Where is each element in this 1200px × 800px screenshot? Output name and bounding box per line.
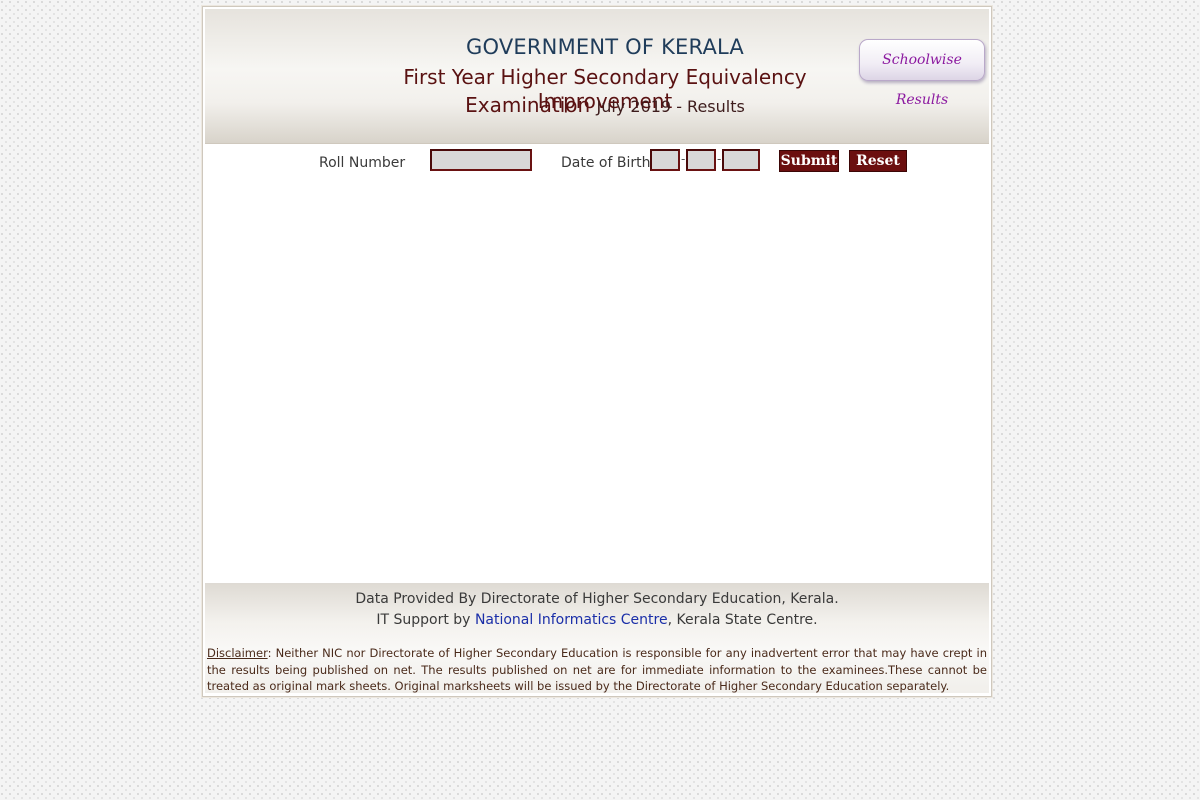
page-footer: Data Provided By Directorate of Higher S… (205, 583, 989, 693)
it-support-text: IT Support by National Informatics Centr… (205, 612, 989, 628)
page-header: GOVERNMENT OF KERALA First Year Higher S… (205, 9, 989, 144)
it-support-prefix: IT Support by (376, 612, 471, 628)
disclaimer: Disclaimer: Neither NIC nor Directorate … (207, 645, 987, 695)
it-support-suffix: , Kerala State Centre. (667, 612, 818, 628)
disclaimer-text: : Neither NIC nor Directorate of Higher … (207, 646, 987, 693)
dob-month-input[interactable] (686, 149, 716, 171)
dob-day-input[interactable] (650, 149, 680, 171)
data-provider-text: Data Provided By Directorate of Higher S… (355, 591, 839, 607)
dob-label: Date of Birth (561, 155, 651, 171)
exam-subtitle-main: Examination (465, 93, 591, 117)
exam-subtitle: Examination July 2019 - Results (205, 93, 1005, 117)
result-search-form: Roll Number Date of Birth - - Submit Res… (203, 149, 991, 179)
roll-number-input[interactable] (430, 149, 532, 171)
submit-button[interactable]: Submit (779, 150, 839, 172)
results-page-frame: GOVERNMENT OF KERALA First Year Higher S… (202, 6, 992, 697)
reset-button[interactable]: Reset (849, 150, 907, 172)
nic-link[interactable]: National Informatics Centre (475, 612, 668, 628)
dob-separator: - (717, 152, 722, 166)
roll-number-label: Roll Number (319, 155, 406, 171)
dob-separator: - (681, 152, 686, 166)
disclaimer-label: Disclaimer (207, 646, 268, 660)
dob-year-input[interactable] (722, 149, 760, 171)
exam-session: July 2019 - Results (596, 97, 745, 116)
schoolwise-results-button[interactable]: Schoolwise Results (859, 39, 985, 108)
